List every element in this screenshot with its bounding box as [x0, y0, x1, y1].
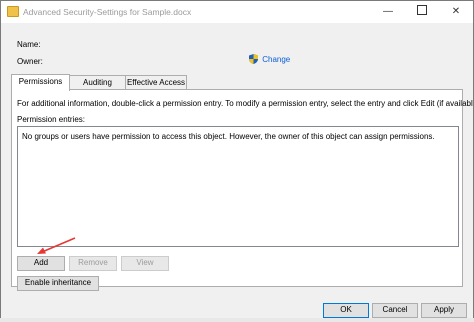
security-settings-dialog: Advanced Security-Settings for Sample.do…	[0, 0, 474, 322]
annotation-arrow-icon	[37, 237, 76, 254]
taskbar-strip	[0, 318, 474, 322]
tab-permissions[interactable]: Permissions	[11, 74, 70, 91]
